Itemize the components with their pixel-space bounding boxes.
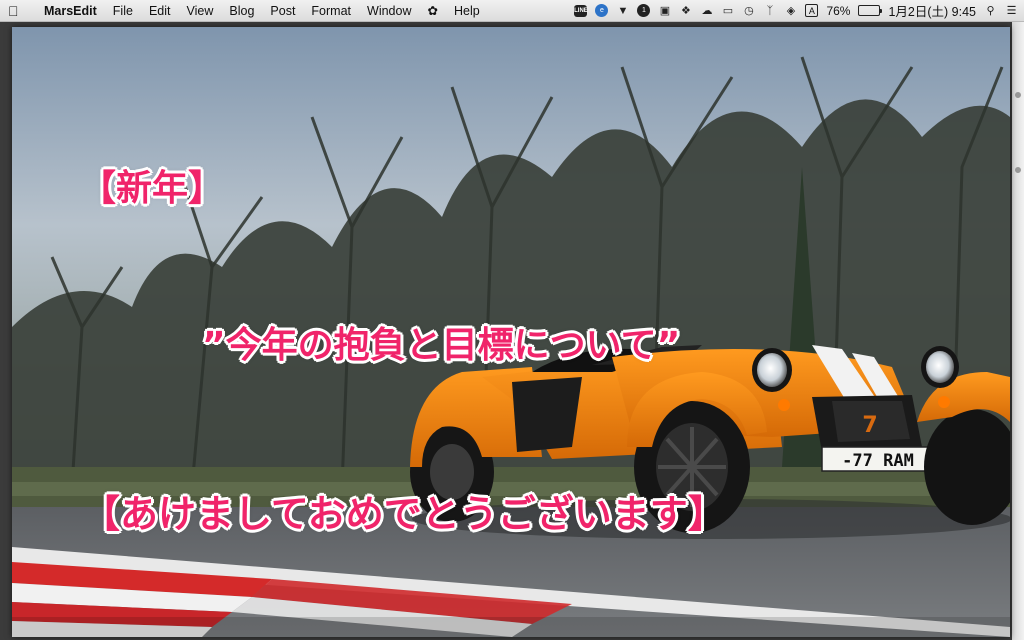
notification-center-icon[interactable]: ☰ <box>1005 3 1018 18</box>
cloud-sync-icon[interactable]: ☁ <box>700 3 713 18</box>
battery-icon[interactable] <box>858 5 883 16</box>
caption-resolution: ”今年の抱負と目標について” <box>202 325 681 366</box>
menu-format[interactable]: Format <box>303 0 359 21</box>
menu-file[interactable]: File <box>105 0 141 21</box>
menu-edit[interactable]: Edit <box>141 0 179 21</box>
wifi-icon[interactable]: ◈ <box>784 3 797 18</box>
menu-bar:  MarsEdit File Edit View Blog Post Form… <box>0 0 1024 22</box>
battery-percent[interactable]: 76% <box>826 4 850 18</box>
line-app-icon[interactable]: LINE <box>574 4 588 17</box>
menu-post[interactable]: Post <box>262 0 303 21</box>
bottom-vignette <box>12 617 1010 637</box>
bluetooth-icon[interactable]: ᛉ <box>763 3 776 18</box>
background-window-edge <box>1012 22 1024 640</box>
airplay-icon[interactable]: ▭ <box>721 3 734 18</box>
evernote-icon[interactable]: ▼ <box>616 3 629 18</box>
window-control-dot <box>1015 92 1021 98</box>
time-machine-icon[interactable]: ◷ <box>742 3 755 18</box>
license-plate-text: -77 RAM <box>842 451 914 471</box>
caption-new-year: 【新年】 <box>80 168 225 209</box>
caption-greeting: 【あけましておめでとうございます】 <box>82 492 726 536</box>
input-source-icon[interactable]: A <box>805 4 819 17</box>
menu-help[interactable]: Help <box>446 0 488 21</box>
screenshot-icon[interactable]: ▣ <box>658 3 671 18</box>
script-menu-icon[interactable]: ✿ <box>419 0 445 21</box>
evernote-helper-icon[interactable]: e <box>595 4 609 17</box>
apple-logo-icon[interactable]:  <box>0 0 36 21</box>
dropbox-icon[interactable]: ❖ <box>679 3 692 18</box>
onepassword-icon[interactable]: 1 <box>637 4 651 17</box>
car-badge-number: 7 <box>862 413 877 438</box>
menu-app-name[interactable]: MarsEdit <box>36 0 105 21</box>
menu-view[interactable]: View <box>179 0 222 21</box>
menu-clock[interactable]: 1月2日(土) 9:45 <box>888 1 976 20</box>
menu-blog[interactable]: Blog <box>221 0 262 21</box>
spotlight-search-icon[interactable]: ⚲ <box>984 3 997 18</box>
window-control-dot <box>1015 167 1021 173</box>
menu-window[interactable]: Window <box>359 0 419 21</box>
header-photo: 7 -77 RAM 【新年】 ”今年の抱負と目標について” 【あけましておめでと… <box>12 27 1010 637</box>
